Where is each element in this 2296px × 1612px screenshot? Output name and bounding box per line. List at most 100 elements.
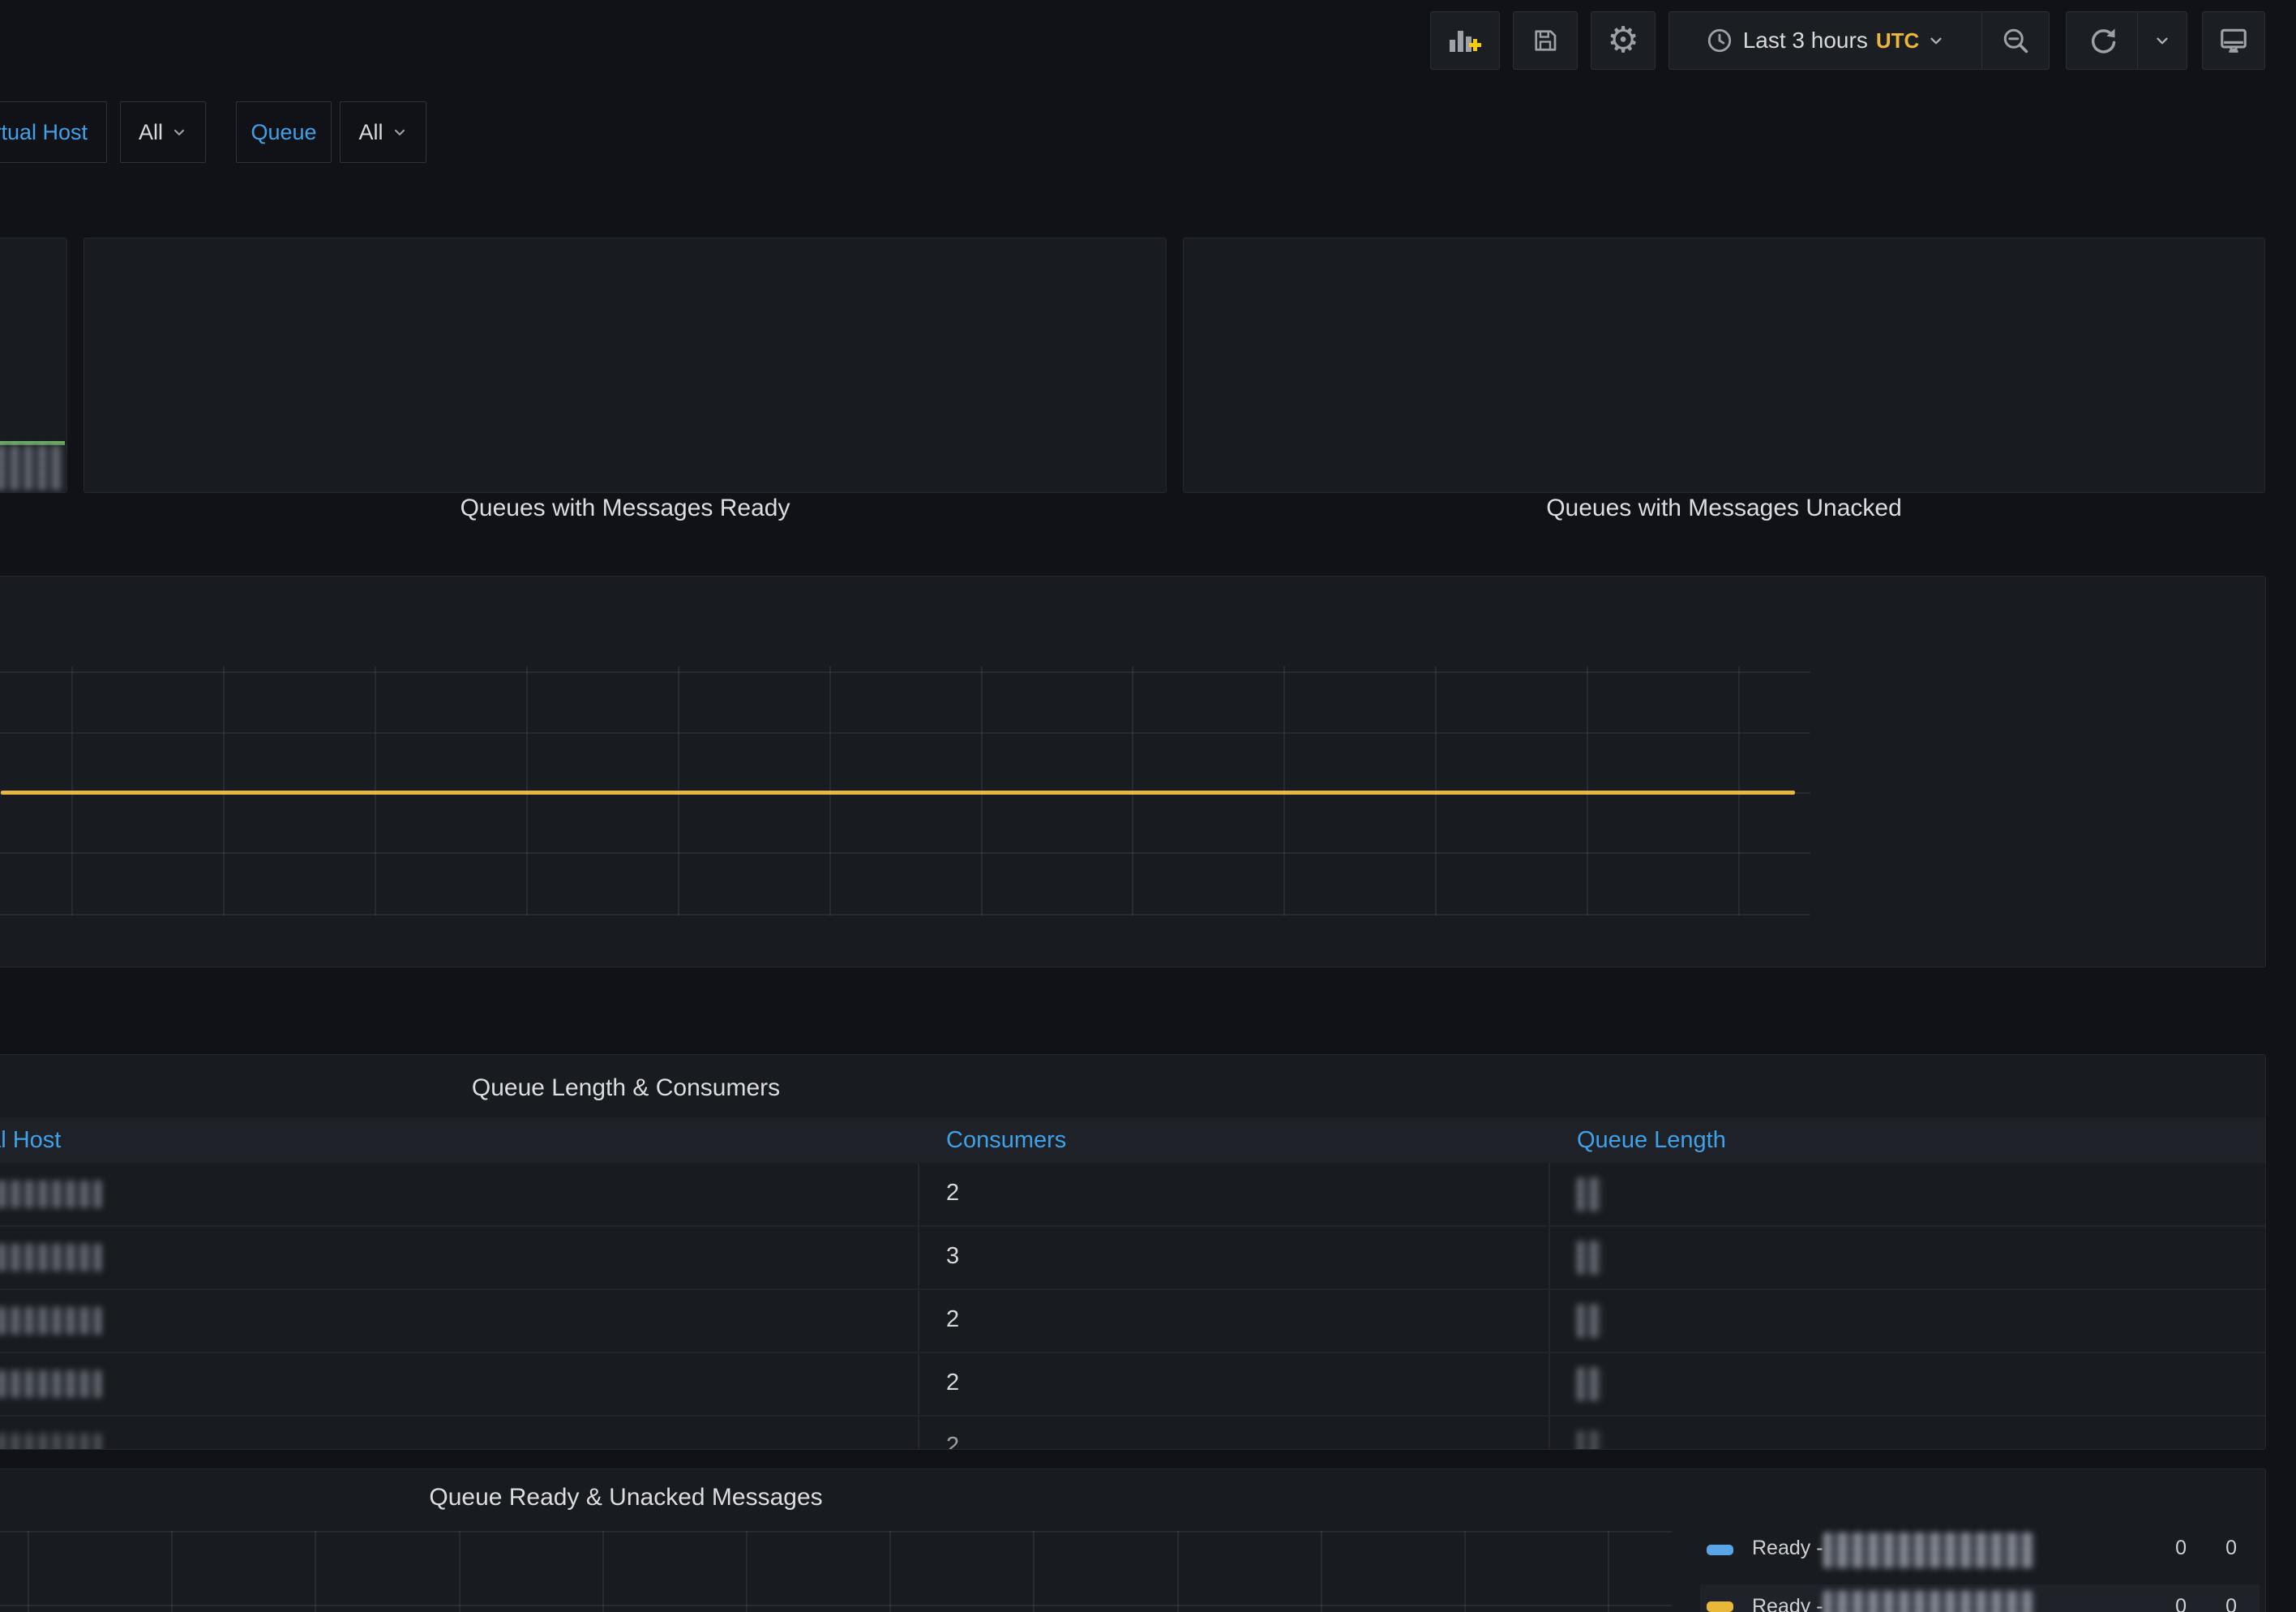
save-dashboard-button[interactable]	[1513, 11, 1578, 70]
gridline	[0, 792, 1810, 794]
redacted-queue-length	[1577, 1304, 1603, 1338]
gridline	[1608, 1531, 1609, 1612]
legend-max-value: 0	[2136, 1595, 2187, 1612]
legend-avg-value: 0	[2187, 1595, 2237, 1612]
redacted-queue-length	[1577, 1430, 1603, 1450]
gridline	[526, 667, 528, 915]
consumers-cell: 2	[946, 1370, 959, 1396]
table-header-row: Virtual Host Consumers Queue Length	[0, 1117, 2265, 1163]
redacted-queue-length	[1577, 1241, 1603, 1275]
gridline	[0, 1605, 1672, 1606]
row-divider	[0, 1288, 2265, 1290]
redacted-vhost-name	[0, 1244, 102, 1271]
add-panel-icon	[1448, 26, 1482, 55]
queue-variable-dropdown[interactable]: All	[340, 101, 426, 163]
gridline	[1283, 667, 1285, 915]
queue-table-panel: Queue Length & Consumers Virtual Host Co…	[0, 1054, 2266, 1450]
stat-panel-messages-ready: Queues with Messages Ready 0	[84, 238, 1167, 493]
series-color-dash	[1707, 1545, 1733, 1555]
column-divider	[1549, 1163, 1550, 1450]
legend-series-label[interactable]: Ready -	[1752, 1537, 1823, 1560]
queue-value: All	[358, 120, 383, 145]
consumers-cell: 2	[946, 1433, 959, 1450]
refresh-icon	[2087, 25, 2118, 56]
gridline	[315, 1531, 316, 1612]
cycle-view-mode-button[interactable]	[2202, 11, 2265, 70]
gridline	[1464, 1531, 1466, 1612]
redacted-vhost-name	[0, 1370, 102, 1398]
gridline	[171, 1531, 173, 1612]
gridline	[1435, 667, 1437, 915]
queue-chart-panel: Queue Ready & Unacked Messages Ready - 0…	[0, 1468, 2266, 1612]
gridline	[0, 1531, 1672, 1533]
series-color-dash	[1707, 1601, 1733, 1612]
gridline	[746, 1531, 747, 1612]
panel-title[interactable]: Queues with Messages Unacked	[1184, 495, 2264, 522]
redacted-vhost-name	[0, 1181, 102, 1208]
legend-avg-value: 0	[2187, 1537, 2237, 1560]
monitor-icon	[2218, 25, 2249, 56]
legend-max-value: 0	[2136, 1537, 2187, 1560]
cutoff-stat-panel[interactable]	[0, 238, 67, 493]
gridline	[829, 667, 831, 915]
column-header-consumers[interactable]: Consumers	[946, 1127, 1066, 1154]
refresh-button[interactable]	[2067, 12, 2137, 69]
gridline	[0, 732, 1810, 734]
virtual-host-label-text: Virtual Host	[0, 120, 88, 145]
gridline	[0, 852, 1810, 854]
gridline	[0, 671, 1810, 673]
legend-series-label[interactable]: Ready -	[1752, 1595, 1823, 1612]
queue-variable-label: Queue	[236, 101, 332, 163]
refresh-group	[2066, 11, 2187, 70]
virtual-host-variable-dropdown[interactable]: All	[120, 101, 206, 163]
chevron-down-icon	[1927, 32, 1945, 49]
gridline	[1033, 1531, 1034, 1612]
dashboard-settings-button[interactable]: ⚙	[1591, 11, 1656, 70]
row-divider	[0, 1415, 2265, 1417]
clock-icon	[1706, 27, 1733, 54]
gridline	[375, 667, 376, 915]
panel-title[interactable]: Queue Length & Consumers	[472, 1074, 780, 1102]
row-divider	[0, 1225, 2265, 1227]
column-divider	[918, 1163, 919, 1450]
gridline	[1132, 667, 1133, 915]
gridline	[459, 1531, 460, 1612]
gridline	[28, 1531, 29, 1612]
zoom-out-button[interactable]	[1982, 12, 2049, 69]
gridline	[1321, 1531, 1322, 1612]
gridline	[1738, 667, 1740, 915]
redacted-vhost-name	[0, 1434, 102, 1450]
redacted-queue-length	[1577, 1367, 1603, 1401]
consumers-cell: 2	[946, 1306, 959, 1333]
consumers-cell: 3	[946, 1243, 959, 1270]
add-panel-button[interactable]	[1430, 11, 1500, 70]
refresh-interval-dropdown[interactable]	[2138, 12, 2187, 69]
column-header-queue-length[interactable]: Queue Length	[1577, 1127, 1726, 1154]
redacted-sparkline-area	[0, 445, 65, 491]
gridline	[889, 1531, 891, 1612]
stat-panel-messages-unacked: Queues with Messages Unacked 0	[1183, 238, 2265, 493]
panel-title[interactable]: Queues with Messages Ready	[84, 495, 1166, 522]
gear-icon: ⚙	[1607, 23, 1638, 58]
virtual-host-variable-label: Virtual Host	[0, 101, 107, 163]
chevron-down-icon	[392, 124, 408, 140]
save-icon	[1531, 26, 1560, 55]
time-range-picker[interactable]: Last 3 hours UTC	[1669, 12, 1981, 69]
zoom-out-icon	[2001, 26, 2030, 55]
column-header-virtual-host[interactable]: Virtual Host	[0, 1127, 61, 1154]
time-range-group: Last 3 hours UTC	[1668, 11, 2050, 70]
redacted-series-name	[1823, 1591, 2034, 1612]
timezone-label: UTC	[1876, 28, 1919, 54]
redacted-vhost-name	[0, 1307, 102, 1335]
time-range-label: Last 3 hours	[1743, 28, 1868, 54]
redacted-queue-length	[1577, 1177, 1603, 1211]
redacted-series-name	[1823, 1533, 2034, 1568]
queue-label-text: Queue	[251, 120, 316, 145]
chevron-down-icon	[2153, 32, 2171, 49]
vhost-plot-area[interactable]	[1, 577, 1811, 968]
chevron-down-icon	[171, 124, 187, 140]
panel-title[interactable]: Queue Ready & Unacked Messages	[429, 1484, 822, 1511]
virtual-host-value: All	[139, 120, 163, 145]
row-divider	[0, 1352, 2265, 1353]
gridline	[981, 667, 983, 915]
